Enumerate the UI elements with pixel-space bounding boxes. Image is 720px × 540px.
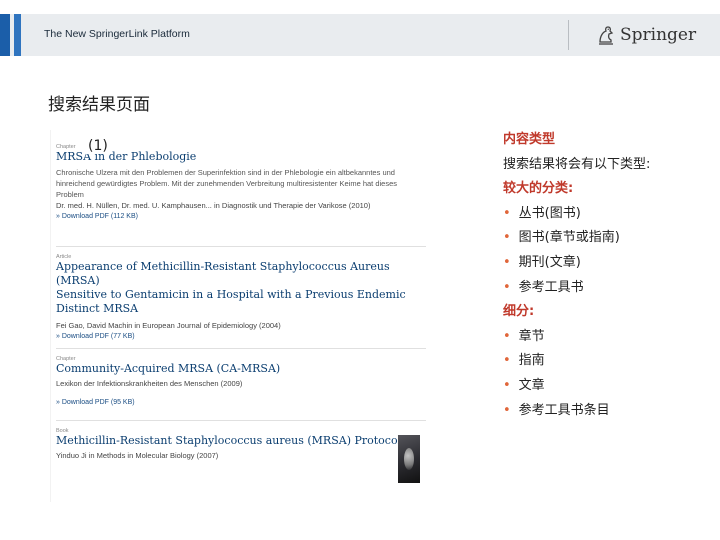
download-pdf-link[interactable]: » Download PDF (77 KB) <box>56 331 428 342</box>
result-item-4: Book Methicillin-Resistant Staphylococcu… <box>56 428 428 461</box>
list-item: • 图书(章节或指南) <box>503 230 620 246</box>
download-pdf-link[interactable]: » Download PDF (112 KB) <box>56 211 428 222</box>
header-title: The New SpringerLink Platform <box>44 28 190 40</box>
broad-categories-heading: 较大的分类: <box>503 181 574 197</box>
header-accent-bar-secondary <box>14 14 21 56</box>
result-snippet: Chronische Ulzera mit den Problemen der … <box>56 168 398 199</box>
list-item: • 期刊(文章) <box>503 254 581 270</box>
bullet-icon: • <box>503 205 511 221</box>
header-divider <box>568 20 569 50</box>
result-meta: Dr. med. H. Nüllen, Dr. med. U. Kamphaus… <box>56 201 371 210</box>
bullet-icon: • <box>503 328 511 344</box>
result-divider <box>56 348 426 349</box>
result-divider <box>56 246 426 247</box>
result-item-3: Chapter Community-Acquired MRSA (CA-MRSA… <box>56 356 428 408</box>
result-title-link[interactable]: MRSA in der Phlebologie <box>56 150 428 164</box>
bullet-icon: • <box>503 279 511 295</box>
annotation-number-label: (1) <box>86 138 110 154</box>
header-accent-bar <box>0 14 10 56</box>
content-types-intro: 搜索结果将会有以下类型: <box>503 156 651 172</box>
header-bar: The New SpringerLink Platform Springer <box>0 14 720 56</box>
result-title-link[interactable]: Appearance of Methicillin-Resistant Stap… <box>56 260 428 316</box>
list-item: • 文章 <box>503 377 545 393</box>
book-cover-highlight <box>404 448 414 470</box>
result-title-link[interactable]: Community-Acquired MRSA (CA-MRSA) <box>56 362 428 376</box>
list-item: • 丛书(图书) <box>503 205 581 221</box>
result-title-link[interactable]: Methicillin-Resistant Staphylococcus aur… <box>56 434 428 448</box>
bullet-icon: • <box>503 254 511 270</box>
page-title: 搜索结果页面 <box>48 95 150 115</box>
content-types-heading: 内容类型 <box>503 132 556 147</box>
result-meta: Yinduo Ji in Methods in Molecular Biolog… <box>56 451 219 460</box>
result-item-2: Article Appearance of Methicillin-Resist… <box>56 254 428 342</box>
bullet-icon: • <box>503 377 511 393</box>
result-meta: Fei Gao, David Machin in European Journa… <box>56 321 281 330</box>
list-item: • 参考工具书 <box>503 279 584 295</box>
content-types-panel: 内容类型 搜索结果将会有以下类型: 较大的分类: • 丛书(图书) • 图书(章节或… <box>503 128 715 423</box>
brand-name: Springer <box>620 25 697 45</box>
bullet-icon: • <box>503 353 511 369</box>
search-results-list: Chapter MRSA in der Phlebologie Chronisc… <box>50 130 431 502</box>
result-divider <box>56 420 426 421</box>
bullet-icon: • <box>503 230 511 246</box>
result-item-1: Chapter MRSA in der Phlebologie Chronisc… <box>56 144 428 222</box>
springer-logo[interactable]: Springer <box>596 22 696 48</box>
springer-horse-icon <box>599 26 614 45</box>
list-item: • 章节 <box>503 328 545 344</box>
list-item: • 指南 <box>503 353 545 369</box>
bullet-icon: • <box>503 402 511 418</box>
fine-categories-heading: 细分: <box>503 304 535 320</box>
download-pdf-link[interactable]: » Download PDF (95 KB) <box>56 397 428 408</box>
list-item: • 参考工具书条目 <box>503 402 610 418</box>
result-meta: Lexikon der Infektionskrankheiten des Me… <box>56 379 243 388</box>
